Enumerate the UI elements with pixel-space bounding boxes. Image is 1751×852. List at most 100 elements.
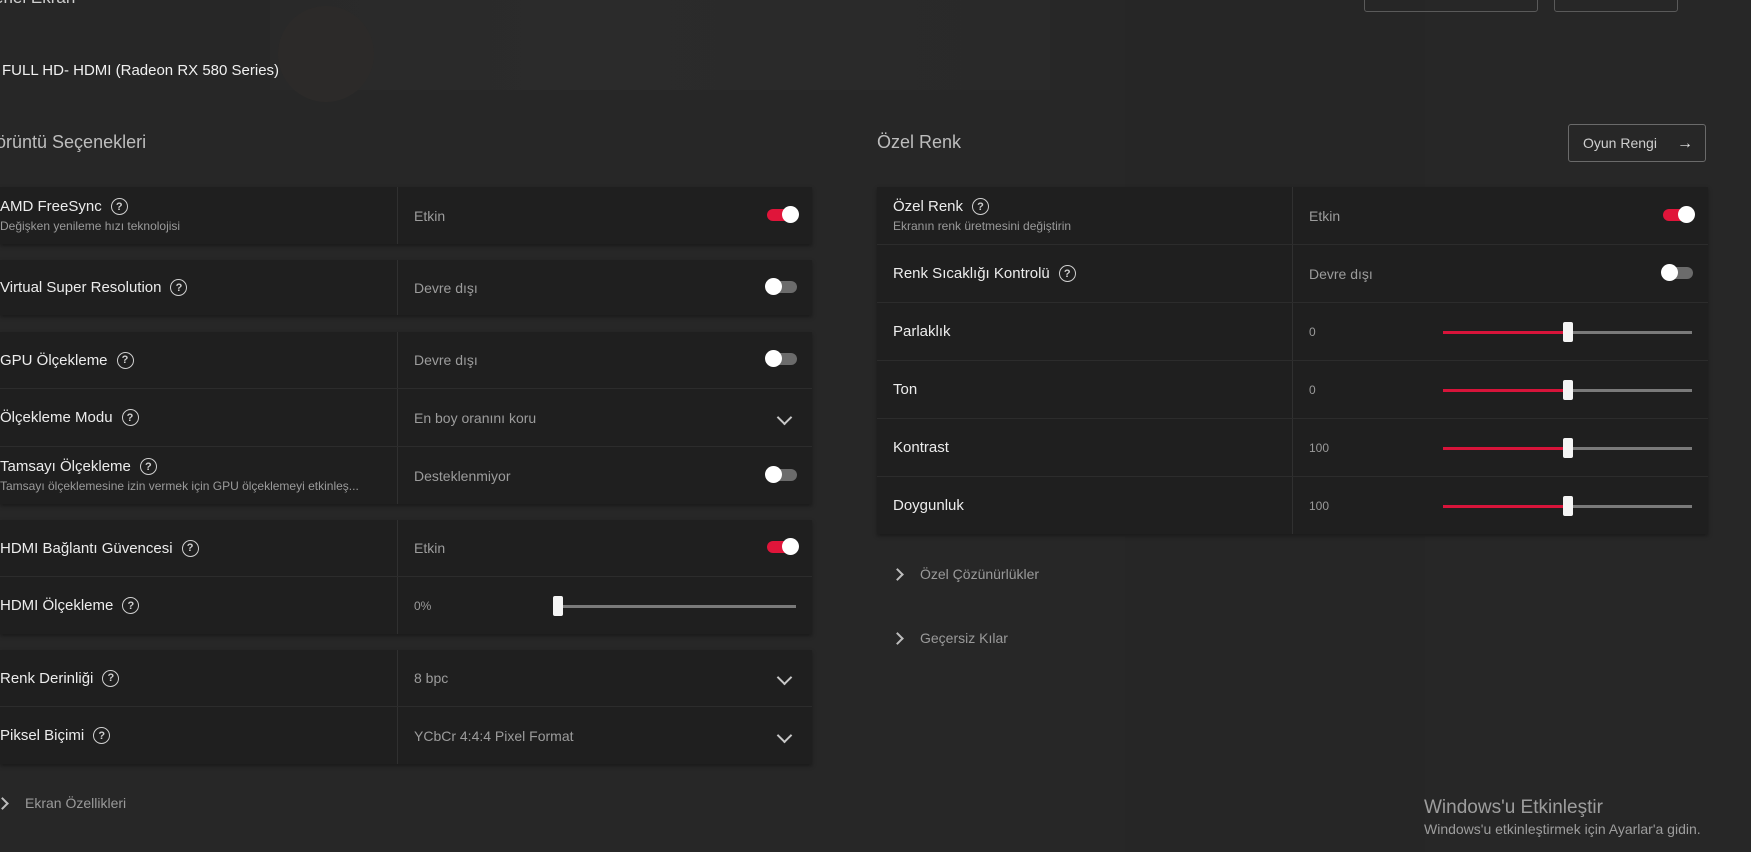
- saturation-row: Doygunluk 100: [877, 477, 1708, 534]
- help-icon[interactable]: ?: [139, 458, 157, 475]
- game-color-button[interactable]: Oyun Rengi →: [1568, 124, 1706, 162]
- contrast-label: Kontrast: [893, 439, 949, 456]
- freesync-label: AMD FreeSync: [0, 198, 102, 215]
- color-depth-value: 8 bpc: [414, 670, 449, 686]
- freesync-toggle[interactable]: [767, 205, 799, 223]
- custom-color-toggle[interactable]: [1663, 205, 1695, 223]
- display-specs-expander[interactable]: Ekran Özellikleri: [0, 795, 126, 811]
- custom-color-row: Özel Renk? Ekranın renk üretmesini değiş…: [877, 187, 1708, 245]
- hue-slider[interactable]: [1443, 379, 1692, 400]
- slider-thumb[interactable]: [1562, 437, 1573, 458]
- help-icon[interactable]: ?: [102, 669, 120, 687]
- slider-thumb[interactable]: [553, 595, 563, 616]
- color-temp-label: Renk Sıcaklığı Kontrolü: [893, 265, 1050, 282]
- integer-scaling-description: Tamsayı ölçeklemesine izin vermek için G…: [0, 479, 359, 493]
- hdmi-link-value: Etkin: [414, 540, 446, 556]
- help-icon[interactable]: ?: [122, 597, 140, 614]
- gpu-scaling-row: GPU Ölçekleme? Devre dışı: [0, 332, 812, 389]
- scaling-mode-dropdown[interactable]: En boy oranını koru: [398, 389, 812, 446]
- toggle-knob: [1678, 205, 1695, 223]
- hdmi-scaling-slider[interactable]: [553, 595, 796, 616]
- color-temp-toggle[interactable]: [1661, 263, 1693, 281]
- hue-label: Ton: [893, 381, 918, 398]
- hue-row: Ton 0: [877, 361, 1708, 419]
- color-temp-value: Devre dışı: [1309, 265, 1373, 282]
- brightness-row: Parlaklık 0: [877, 303, 1708, 361]
- slider-thumb[interactable]: [1562, 495, 1573, 516]
- custom-color-panel: Özel Renk? Ekranın renk üretmesini değiş…: [877, 187, 1708, 534]
- toggle-knob: [782, 538, 799, 555]
- integer-scaling-value: Desteklenmiyor: [414, 467, 511, 484]
- color-depth-label: Renk Derinliği: [0, 669, 94, 687]
- saturation-slider[interactable]: [1443, 495, 1692, 516]
- gpu-scaling-toggle[interactable]: [765, 350, 797, 367]
- contrast-slider[interactable]: [1443, 437, 1692, 458]
- toggle-knob: [782, 205, 799, 223]
- help-icon[interactable]: ?: [121, 409, 139, 426]
- hdmi-link-label: HDMI Bağlantı Güvencesi: [0, 539, 173, 557]
- toggle-knob: [1661, 263, 1678, 281]
- hdmi-scaling-value: 0%: [414, 598, 432, 613]
- color-depth-dropdown[interactable]: 8 bpc: [398, 650, 812, 706]
- hdmi-link-row: HDMI Bağlantı Güvencesi? Etkin: [0, 520, 812, 577]
- custom-resolutions-label: Özel Çözünürlükler: [920, 566, 1040, 582]
- pixel-format-dropdown[interactable]: YCbCr 4:4:4 Pixel Format: [398, 707, 812, 764]
- custom-resolutions-expander[interactable]: Özel Çözünürlükler: [891, 566, 1040, 582]
- background-overlay: [270, 0, 1050, 90]
- chevron-down-icon: [776, 727, 793, 743]
- integer-scaling-row: Tamsayı Ölçekleme? Tamsayı ölçeklemesine…: [0, 447, 812, 504]
- help-icon[interactable]: ?: [110, 198, 128, 215]
- freesync-value: Etkin: [414, 207, 446, 224]
- hdmi-scaling-label: HDMI Ölçekleme: [0, 597, 114, 614]
- help-icon[interactable]: ?: [93, 727, 111, 744]
- help-icon[interactable]: ?: [972, 198, 990, 215]
- freesync-row: AMD FreeSync? Değişken yenileme hızı tek…: [0, 187, 812, 244]
- vsr-toggle[interactable]: [765, 277, 797, 295]
- color-depth-row: Renk Derinliği? 8 bpc: [0, 650, 812, 707]
- gpu-scaling-label: GPU Ölçekleme: [0, 351, 108, 369]
- help-icon[interactable]: ?: [116, 351, 134, 369]
- top-button-2[interactable]: [1554, 0, 1678, 12]
- watermark-title: Windows'u Etkinleştir: [1424, 797, 1603, 818]
- pixel-format-value: YCbCr 4:4:4 Pixel Format: [414, 727, 574, 744]
- display-specs-label: Ekran Özellikleri: [25, 795, 127, 811]
- vsr-value: Devre dışı: [414, 279, 478, 296]
- top-button-1[interactable]: [1364, 0, 1538, 12]
- help-icon[interactable]: ?: [1058, 265, 1076, 282]
- chevron-right-icon: [891, 567, 904, 581]
- chevron-right-icon: [0, 796, 9, 810]
- pixel-format-label: Piksel Biçimi: [0, 727, 85, 744]
- toggle-knob: [765, 465, 782, 483]
- display-name: FULL HD- HDMI (Radeon RX 580 Series): [2, 62, 280, 79]
- toggle-knob: [765, 350, 782, 367]
- hdmi-scaling-row: HDMI Ölçekleme? 0%: [0, 577, 812, 634]
- overrides-expander[interactable]: Geçersiz Kılar: [891, 630, 1008, 646]
- slider-thumb[interactable]: [1562, 321, 1573, 342]
- gpu-scaling-panel: GPU Ölçekleme? Devre dışı Ölçekleme Modu…: [0, 332, 812, 504]
- freesync-panel: AMD FreeSync? Değişken yenileme hızı tek…: [0, 187, 812, 244]
- custom-color-value: Etkin: [1309, 207, 1341, 224]
- color-format-panel: Renk Derinliği? 8 bpc Piksel Biçimi? YCb…: [0, 650, 812, 764]
- chevron-down-icon: [776, 669, 793, 686]
- windows-activation-watermark: Windows'u Etkinleştir Windows'u etkinleş…: [1424, 797, 1701, 837]
- chevron-right-icon: [891, 631, 904, 645]
- background-graphic: [278, 6, 374, 102]
- chevron-down-icon: [776, 409, 793, 425]
- custom-color-description: Ekranın renk üretmesini değiştirin: [893, 219, 1072, 233]
- scaling-mode-label: Ölçekleme Modu: [0, 409, 113, 426]
- slider-fill: [1443, 330, 1568, 334]
- brightness-value: 0: [1309, 324, 1316, 339]
- help-icon[interactable]: ?: [170, 279, 188, 296]
- slider-fill: [1443, 504, 1568, 508]
- integer-scaling-label: Tamsayı Ölçekleme: [0, 458, 131, 475]
- integer-scaling-toggle[interactable]: [765, 465, 797, 483]
- custom-color-title: Özel Renk: [877, 132, 962, 152]
- hdmi-link-toggle[interactable]: [767, 538, 799, 555]
- contrast-row: Kontrast 100: [877, 419, 1708, 477]
- color-temp-row: Renk Sıcaklığı Kontrolü? Devre dışı: [877, 245, 1708, 303]
- brightness-slider[interactable]: [1443, 321, 1692, 342]
- overrides-label: Geçersiz Kılar: [920, 630, 1008, 646]
- slider-fill: [1443, 446, 1568, 450]
- slider-thumb[interactable]: [1562, 379, 1573, 400]
- help-icon[interactable]: ?: [181, 539, 199, 557]
